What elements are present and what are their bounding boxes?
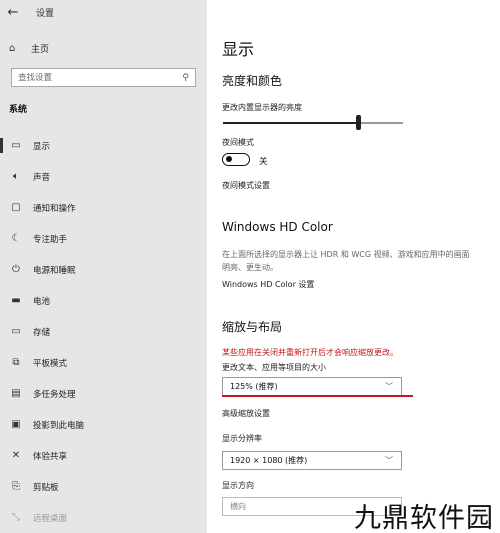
projector-icon: ▣ bbox=[11, 419, 21, 430]
sidebar-item-label: 专注助手 bbox=[33, 234, 68, 245]
sidebar-item-remote-desktop[interactable]: ⤡ 远程桌面 bbox=[0, 502, 207, 533]
sidebar-nav: ▭ 显示 🔈︎ 声音 ▢ 通知和操作 ☾ 专注助手 ⏻ 电源和睡眠 ▬ 电池 ▭… bbox=[0, 130, 207, 533]
brightness-slider-fill bbox=[223, 122, 358, 124]
sidebar-item-storage[interactable]: ▭ 存储 bbox=[0, 316, 207, 347]
notification-icon: ▢ bbox=[11, 202, 21, 213]
sidebar-item-power[interactable]: ⏻ 电源和睡眠 bbox=[0, 254, 207, 285]
scale-warning: 某些应用在关闭并重新打开后才会响应缩放更改。 bbox=[222, 348, 398, 357]
back-arrow-icon[interactable]: ← bbox=[0, 0, 26, 24]
scale-size-label: 更改文本、应用等项目的大小 bbox=[222, 363, 326, 372]
scale-heading: 缩放与布局 bbox=[222, 320, 283, 334]
battery-icon: ▬ bbox=[11, 295, 21, 306]
sidebar-item-display[interactable]: ▭ 显示 bbox=[0, 130, 207, 161]
brightness-slider-thumb[interactable] bbox=[356, 115, 361, 130]
sidebar-item-label: 声音 bbox=[33, 172, 51, 183]
sidebar-item-battery[interactable]: ▬ 电池 bbox=[0, 285, 207, 316]
sidebar-item-label: 存储 bbox=[33, 327, 51, 338]
toggle-knob bbox=[226, 156, 232, 162]
sidebar-item-label: 投影到此电脑 bbox=[33, 420, 85, 431]
hdr-settings-link[interactable]: Windows HD Color 设置 bbox=[222, 279, 314, 290]
sidebar-item-shared-experiences[interactable]: ✕ 体验共享 bbox=[0, 440, 207, 471]
brightness-heading: 亮度和颜色 bbox=[222, 74, 283, 88]
sidebar-item-focus-assist[interactable]: ☾ 专注助手 bbox=[0, 223, 207, 254]
app-title: 设置 bbox=[36, 8, 55, 19]
remote-desktop-icon: ⤡ bbox=[12, 512, 20, 523]
night-light-state: 关 bbox=[259, 157, 268, 167]
resolution-dropdown[interactable]: 1920 × 1080 (推荐) ﹀ bbox=[222, 451, 402, 470]
sidebar-item-tablet[interactable]: ⧉ 平板模式 bbox=[0, 347, 207, 378]
sidebar: ← 设置 ⌂ 主页 ⚲ 系统 ▭ 显示 🔈︎ 声音 ▢ 通知和操作 ☾ 专注助手… bbox=[0, 0, 207, 533]
sidebar-item-label: 通知和操作 bbox=[33, 203, 76, 214]
clipboard-icon: ⎘ bbox=[12, 481, 20, 492]
hdr-description-line2: 明亮、更生动。 bbox=[222, 263, 278, 272]
hdr-heading: Windows HD Color bbox=[222, 220, 333, 234]
section-label: 系统 bbox=[9, 105, 28, 115]
home-icon: ⌂ bbox=[9, 42, 16, 54]
search-input[interactable] bbox=[18, 72, 183, 83]
sidebar-item-home[interactable]: ⌂ 主页 bbox=[0, 38, 207, 58]
sidebar-item-label: 电源和睡眠 bbox=[33, 265, 76, 276]
sidebar-item-label: 体验共享 bbox=[33, 451, 68, 462]
red-annotation-underline bbox=[222, 395, 413, 397]
night-light-toggle[interactable] bbox=[222, 153, 250, 166]
sidebar-item-projecting[interactable]: ▣ 投影到此电脑 bbox=[0, 409, 207, 440]
focus-moon-icon: ☾ bbox=[11, 233, 21, 244]
tablet-icon: ⧉ bbox=[12, 357, 20, 368]
resolution-label: 显示分辨率 bbox=[222, 434, 262, 443]
sidebar-item-label: 显示 bbox=[33, 141, 51, 152]
main-panel: 显示 亮度和颜色 更改内置显示器的亮度 夜间模式 关 夜间模式设置 Window… bbox=[207, 0, 500, 533]
storage-icon: ▭ bbox=[11, 326, 21, 337]
speaker-icon: 🔈︎ bbox=[13, 171, 19, 182]
scale-dropdown[interactable]: 125% (推荐) ﹀ bbox=[222, 377, 402, 396]
multitask-icon: ▤ bbox=[11, 388, 21, 399]
search-icon[interactable]: ⚲ bbox=[182, 73, 189, 83]
resolution-dropdown-value: 1920 × 1080 (推荐) bbox=[230, 456, 308, 465]
orientation-label: 显示方向 bbox=[222, 481, 254, 490]
sidebar-item-label: 多任务处理 bbox=[33, 389, 76, 400]
night-light-label: 夜间模式 bbox=[222, 138, 254, 147]
advanced-scaling-link[interactable]: 高级缩放设置 bbox=[222, 408, 270, 419]
sidebar-item-label: 电池 bbox=[33, 296, 51, 307]
sidebar-item-notifications[interactable]: ▢ 通知和操作 bbox=[0, 192, 207, 223]
page-title: 显示 bbox=[222, 40, 255, 59]
watermark: 九鼎软件园 bbox=[354, 503, 494, 533]
chevron-down-icon: ﹀ bbox=[385, 382, 393, 391]
sidebar-item-label: 平板模式 bbox=[33, 358, 68, 369]
sidebar-item-label: 剪贴板 bbox=[33, 482, 59, 493]
scale-dropdown-value: 125% (推荐) bbox=[230, 382, 278, 391]
orientation-dropdown-value: 横向 bbox=[230, 502, 246, 511]
night-light-settings-link[interactable]: 夜间模式设置 bbox=[222, 180, 270, 191]
title-bar: ← 设置 bbox=[0, 0, 207, 24]
sidebar-item-label: 主页 bbox=[31, 44, 50, 55]
sidebar-item-sound[interactable]: 🔈︎ 声音 bbox=[0, 161, 207, 192]
sidebar-item-label: 远程桌面 bbox=[33, 513, 68, 524]
sidebar-item-clipboard[interactable]: ⎘ 剪贴板 bbox=[0, 471, 207, 502]
sidebar-item-multitasking[interactable]: ▤ 多任务处理 bbox=[0, 378, 207, 409]
search-box[interactable]: ⚲ bbox=[11, 68, 196, 87]
display-icon: ▭ bbox=[11, 140, 21, 151]
chevron-down-icon: ﹀ bbox=[385, 456, 393, 465]
hdr-description-line1: 在上面所选择的显示器上让 HDR 和 WCG 视频、游戏和应用中的画面 bbox=[222, 250, 470, 259]
shared-experience-icon: ✕ bbox=[11, 450, 21, 461]
power-icon: ⏻ bbox=[12, 264, 20, 275]
brightness-label: 更改内置显示器的亮度 bbox=[222, 103, 302, 112]
